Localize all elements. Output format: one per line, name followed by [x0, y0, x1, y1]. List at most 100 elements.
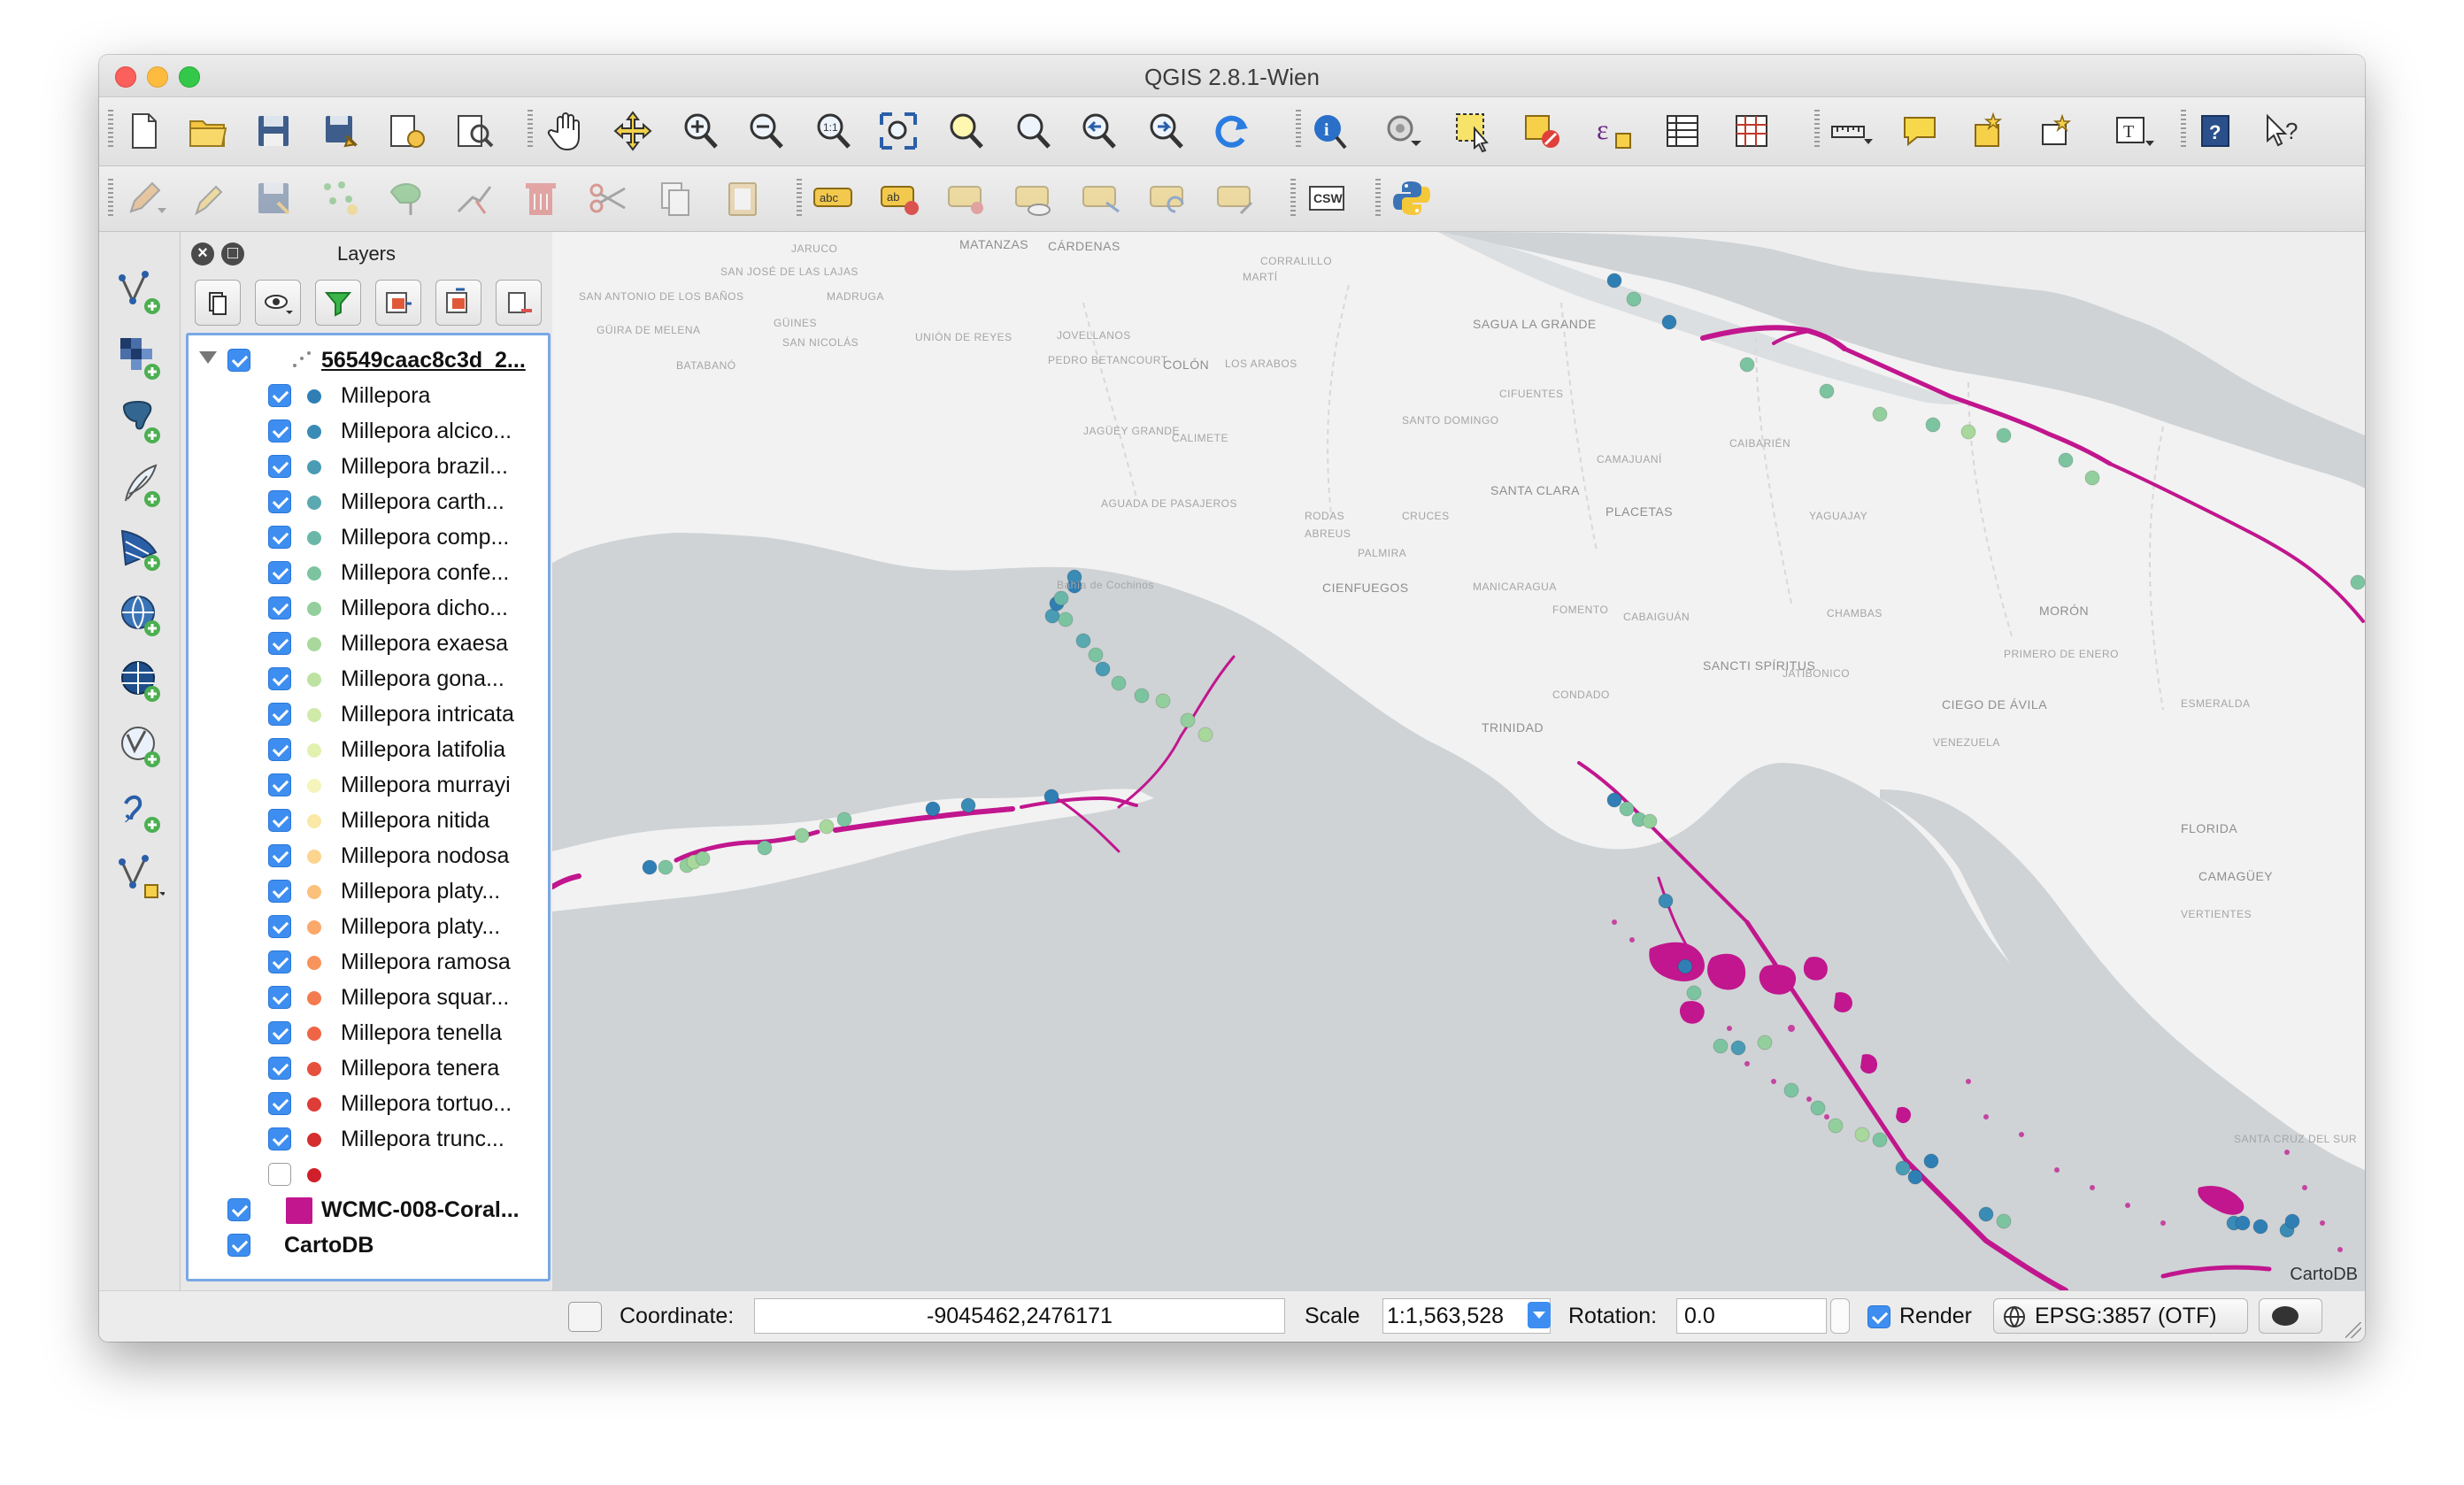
legend-item-row[interactable]: Millepora dicho...	[189, 590, 548, 626]
legend-item-checkbox[interactable]	[268, 950, 291, 973]
layer-group-row[interactable]: 56549caac8c3d_2...	[189, 342, 548, 378]
pan-to-selection-icon[interactable]	[607, 106, 658, 156]
legend-item-checkbox[interactable]	[268, 703, 291, 726]
remove-layer-button[interactable]	[496, 280, 542, 326]
legend-item-checkbox[interactable]	[268, 880, 291, 903]
manage-visibility-button[interactable]	[195, 280, 241, 326]
rotation-field[interactable]: 0.0	[1676, 1298, 1827, 1334]
messages-button[interactable]	[2259, 1298, 2322, 1334]
new-shapefile-layer-icon[interactable]	[115, 851, 166, 903]
legend-item-checkbox[interactable]	[268, 1021, 291, 1044]
text-annotation-icon[interactable]: T	[2108, 106, 2160, 156]
statistics-icon[interactable]	[1726, 106, 1777, 156]
legend-item-checkbox[interactable]	[268, 1127, 291, 1150]
layer-group-checkbox[interactable]	[227, 349, 250, 372]
legend-item-row[interactable]: Millepora nodosa	[189, 838, 548, 873]
python-console-icon[interactable]	[1386, 173, 1437, 223]
current-edits-icon[interactable]	[119, 173, 170, 223]
save-project-icon[interactable]	[248, 106, 299, 156]
collapse-all-button[interactable]	[435, 280, 481, 326]
help-icon[interactable]: ?	[2190, 106, 2241, 156]
move-label-icon[interactable]	[1076, 173, 1128, 223]
zoom-to-selection-icon[interactable]	[940, 106, 991, 156]
rotate-label-icon[interactable]	[1143, 173, 1195, 223]
toolbar-grip[interactable]	[1290, 179, 1296, 218]
resize-grip[interactable]	[2345, 1322, 2361, 1338]
refresh-icon[interactable]	[1205, 106, 1257, 156]
legend-item-checkbox[interactable]	[268, 455, 291, 478]
toolbar-grip[interactable]	[108, 110, 113, 149]
show-hide-labels-icon[interactable]	[1009, 173, 1060, 223]
add-raster-layer-icon[interactable]	[115, 333, 166, 384]
identify-icon[interactable]: i	[1305, 106, 1356, 156]
csw-metasearch-icon[interactable]: CSW	[1301, 173, 1352, 223]
legend-item-row[interactable]: Millepora exaesa	[189, 626, 548, 661]
attribute-table-icon[interactable]	[1657, 106, 1708, 156]
cut-features-icon[interactable]	[582, 173, 634, 223]
crs-status-button[interactable]: EPSG:3857 (OTF)	[1993, 1298, 2248, 1334]
add-mssql-layer-icon[interactable]	[115, 524, 166, 575]
legend-item-checkbox[interactable]	[268, 632, 291, 655]
zoom-out-icon[interactable]	[740, 106, 791, 156]
toolbar-grip[interactable]	[2181, 110, 2186, 149]
toolbar-grip[interactable]	[527, 110, 533, 149]
scale-dropdown-button[interactable]	[1528, 1302, 1551, 1328]
legend-item-row[interactable]: Millepora tenella	[189, 1015, 548, 1050]
toggle-editing-icon[interactable]	[182, 173, 234, 223]
zoom-actual-icon[interactable]: 1:1	[807, 106, 859, 156]
add-feature-icon[interactable]	[315, 173, 366, 223]
zoom-in-icon[interactable]	[674, 106, 726, 156]
add-spatialite-layer-icon[interactable]	[115, 460, 166, 512]
run-feature-action-icon[interactable]	[1377, 106, 1428, 156]
move-feature-icon[interactable]	[381, 173, 432, 223]
legend-item-row[interactable]: Millepora carth...	[189, 484, 548, 519]
copy-features-icon[interactable]	[650, 173, 701, 223]
coordinate-field[interactable]: -9045462,2476171	[754, 1298, 1285, 1334]
collapse-arrow-icon[interactable]	[199, 351, 217, 364]
layer-diagram-icon[interactable]: ab	[874, 173, 926, 223]
spatial-bookmarks-icon[interactable]	[2030, 106, 2082, 156]
legend-item-checkbox[interactable]	[268, 1163, 291, 1186]
legend-item-row[interactable]: Millepora murrayi	[189, 767, 548, 803]
legend-item-checkbox[interactable]	[268, 773, 291, 796]
legend-item-row[interactable]: Millepora confe...	[189, 555, 548, 590]
legend-item-row[interactable]: Millepora platy...	[189, 909, 548, 944]
render-checkbox[interactable]	[1867, 1305, 1890, 1328]
deselect-icon[interactable]	[1517, 106, 1568, 156]
map-tips-icon[interactable]	[1894, 106, 1945, 156]
legend-item-row[interactable]: Millepora comp...	[189, 519, 548, 555]
add-postgis-layer-icon[interactable]	[115, 396, 166, 448]
measure-icon[interactable]	[1825, 106, 1876, 156]
zoom-to-layer-icon[interactable]	[1007, 106, 1059, 156]
new-project-icon[interactable]	[119, 106, 170, 156]
legend-item-row[interactable]: Millepora trunc...	[189, 1121, 548, 1157]
legend-item-checkbox[interactable]	[268, 1092, 291, 1115]
labeling-icon[interactable]: abc	[807, 173, 859, 223]
legend-item-checkbox[interactable]	[268, 561, 291, 584]
add-wcs-layer-icon[interactable]	[115, 655, 166, 706]
field-calculator-icon[interactable]: ε	[1588, 106, 1639, 156]
legend-item-checkbox[interactable]	[268, 490, 291, 513]
layer-row[interactable]: WCMC-008-Coral...	[189, 1192, 548, 1227]
toolbar-grip[interactable]	[797, 179, 802, 218]
legend-item-checkbox[interactable]	[268, 526, 291, 549]
legend-item-checkbox[interactable]	[268, 596, 291, 619]
map-canvas[interactable]: SAN JOSÉ DE LAS LAJAS MATANZAS CÁRDENAS JAR…	[552, 232, 2365, 1290]
toolbar-grip[interactable]	[1296, 110, 1301, 149]
delete-selected-icon[interactable]	[515, 173, 566, 223]
legend-item-row[interactable]: Millepora intricata	[189, 696, 548, 732]
whats-this-icon[interactable]: ?	[2257, 106, 2308, 156]
layer-checkbox[interactable]	[227, 1198, 250, 1221]
change-label-icon[interactable]	[1211, 173, 1262, 223]
zoom-last-icon[interactable]	[1073, 106, 1124, 156]
save-edits-icon[interactable]	[248, 173, 299, 223]
legend-item-checkbox[interactable]	[268, 738, 291, 761]
filter-legend-button[interactable]	[315, 280, 361, 326]
paste-features-icon[interactable]	[717, 173, 768, 223]
legend-item-row[interactable]: Millepora alcico...	[189, 413, 548, 449]
pin-labels-icon[interactable]	[942, 173, 993, 223]
legend-item-row[interactable]: Millepora	[189, 378, 548, 413]
add-vector-layer-icon[interactable]	[115, 267, 166, 319]
bookmark-icon[interactable]	[1963, 106, 2014, 156]
toolbar-grip[interactable]	[108, 179, 113, 218]
